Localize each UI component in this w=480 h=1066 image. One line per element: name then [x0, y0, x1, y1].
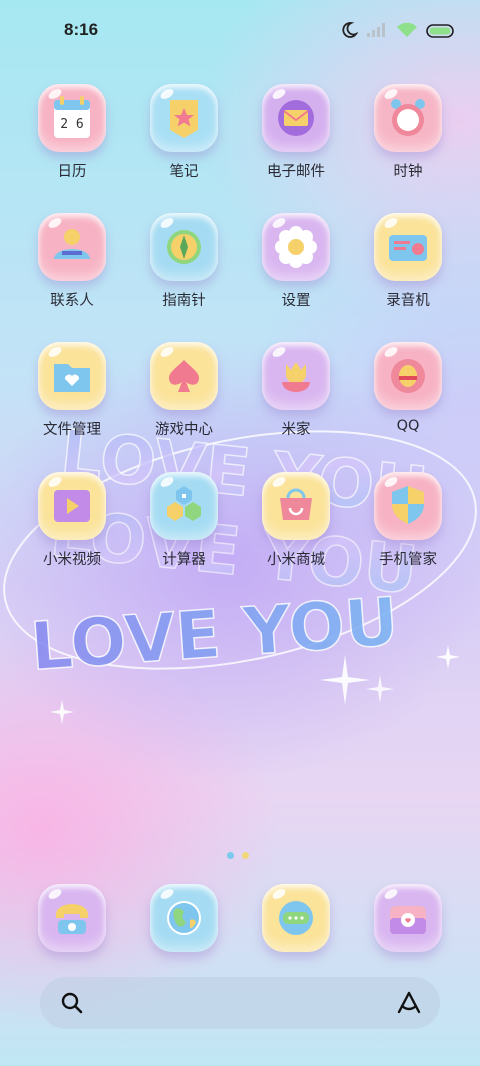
page-indicator [227, 852, 249, 859]
search-bar[interactable] [40, 977, 440, 1029]
app-label: 日历 [57, 164, 87, 180]
compass-icon [150, 213, 218, 281]
app-recorder[interactable]: 录音机 [352, 209, 464, 329]
browser-icon [150, 884, 218, 952]
app-label: 计算器 [162, 552, 206, 568]
dock [16, 880, 464, 960]
sparkle-icon [50, 645, 460, 724]
clock-icon [374, 84, 442, 152]
battery-icon [426, 23, 454, 42]
app-label: 游戏中心 [155, 422, 213, 438]
status-bar: 8:16 [0, 0, 480, 62]
app-calendar[interactable]: 2 6 日历 [16, 80, 128, 200]
camera-icon [374, 884, 442, 952]
app-mi-store[interactable]: 小米商城 [240, 468, 352, 588]
app-compass[interactable]: 指南针 [128, 209, 240, 329]
app-contacts[interactable]: 联系人 [16, 209, 128, 329]
app-label: QQ [396, 418, 420, 434]
app-clock[interactable]: 时钟 [352, 80, 464, 200]
app-notes[interactable]: 笔记 [128, 80, 240, 200]
app-security[interactable]: 手机管家 [352, 468, 464, 588]
app-label: 设置 [281, 293, 311, 309]
moon-icon [340, 21, 359, 43]
recorder-icon [374, 213, 442, 281]
phone-icon [38, 884, 106, 952]
messages-icon [262, 884, 330, 952]
app-mijia[interactable]: 米家 [240, 338, 352, 458]
search-icon[interactable] [60, 991, 84, 1019]
wifi-icon [396, 22, 418, 42]
app-mail[interactable]: 电子邮件 [240, 80, 352, 200]
app-label: 米家 [281, 422, 311, 438]
settings-icon [262, 213, 330, 281]
calendar-icon: 2 6 [38, 84, 106, 152]
app-label: 小米视频 [43, 552, 101, 568]
app-label: 指南针 [162, 293, 206, 309]
app-label: 手机管家 [379, 552, 437, 568]
app-files[interactable]: 文件管理 [16, 338, 128, 458]
app-calculator[interactable]: 计算器 [128, 468, 240, 588]
assistant-icon[interactable] [396, 990, 422, 1020]
love-text-3: LOVE YOU [28, 583, 401, 686]
signal-icon [366, 22, 388, 42]
mail-icon [262, 84, 330, 152]
page-dot [242, 852, 249, 859]
app-game-center[interactable]: 游戏中心 [128, 338, 240, 458]
security-icon [374, 472, 442, 540]
video-icon [38, 472, 106, 540]
app-label: 联系人 [50, 293, 94, 309]
status-time: 8:16 [64, 20, 99, 39]
app-label: 文件管理 [43, 422, 101, 438]
app-label: 小米商城 [267, 552, 325, 568]
mijia-icon [262, 342, 330, 410]
status-icons [340, 22, 454, 42]
app-label: 电子邮件 [267, 164, 325, 180]
app-settings[interactable]: 设置 [240, 209, 352, 329]
app-label: 时钟 [393, 164, 423, 180]
app-mi-video[interactable]: 小米视频 [16, 468, 128, 588]
qq-icon [374, 342, 442, 410]
game-center-icon [150, 342, 218, 410]
page-dot [227, 852, 234, 859]
mi-store-icon [262, 472, 330, 540]
app-label: 笔记 [169, 164, 199, 180]
calculator-icon [150, 472, 218, 540]
folder-icon [38, 342, 106, 410]
app-label: 录音机 [386, 293, 430, 309]
notes-icon [150, 84, 218, 152]
contacts-icon [38, 213, 106, 281]
app-qq[interactable]: QQ [352, 338, 464, 458]
calendar-date: 2 6 [60, 117, 84, 132]
